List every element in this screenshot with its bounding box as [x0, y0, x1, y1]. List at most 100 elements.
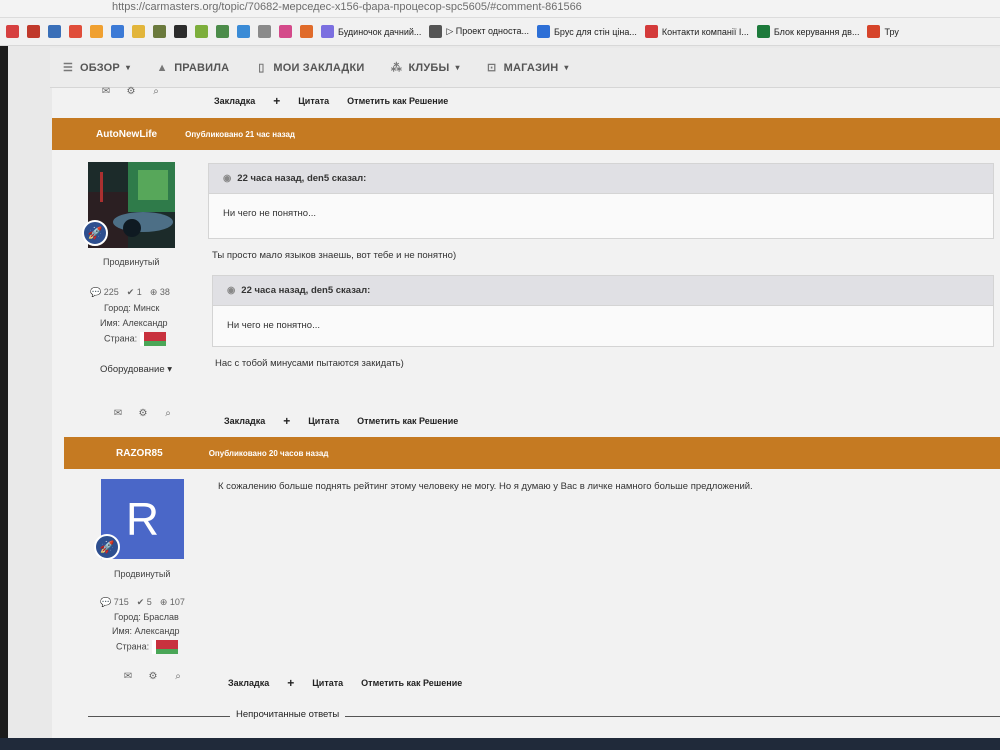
- mark-solution-button[interactable]: Отметить как Решение: [361, 678, 462, 688]
- country-label: Страна:: [116, 641, 150, 652]
- bookmark-favicon: [644, 25, 658, 38]
- post-date[interactable]: Опубликовано 21 час назад: [185, 130, 295, 139]
- gear-icon[interactable]: ⚙: [125, 86, 137, 97]
- quote-text: Ни чего не понятно...: [227, 320, 321, 331]
- quote-button[interactable]: Цитата: [312, 678, 343, 688]
- bookmark-app-icon[interactable]: [111, 25, 124, 38]
- bookmark-app-icon[interactable]: [195, 25, 208, 38]
- user-rank: Продвинутый: [103, 257, 160, 267]
- quote-block: ◉ 22 часа назад, den5 сказал: Ни чего не…: [212, 275, 994, 347]
- message-icon[interactable]: ✉: [100, 86, 112, 97]
- bookmark-favicon: [429, 25, 443, 38]
- bookmark-link[interactable]: Тру: [867, 25, 899, 38]
- post-reply-text: Ты просто мало языков знаешь, вот тебе и…: [212, 250, 457, 261]
- nav-bookmarks[interactable]: ▯ МОИ ЗАКЛАДКИ: [255, 62, 364, 74]
- quote-header: ◉ 22 часа назад, den5 сказал:: [209, 164, 993, 194]
- reputation-count: 5: [146, 597, 152, 607]
- bookmark-button[interactable]: Закладка: [224, 416, 265, 426]
- quote-header: ◉ 22 часа назад, den5 сказал:: [213, 276, 993, 306]
- bookmark-app-icon[interactable]: [237, 25, 250, 38]
- bookmark-app-icon[interactable]: [48, 25, 61, 38]
- browser-url-bar[interactable]: https://carmasters.org/topic/70682-мерсе…: [0, 0, 1000, 18]
- comments-stat: 💬 225: [90, 287, 119, 297]
- country-label: Страна:: [104, 333, 138, 344]
- unread-replies-label[interactable]: Непрочитанные ответы: [230, 709, 346, 720]
- search-icon[interactable]: ⌕: [172, 671, 184, 682]
- search-icon[interactable]: ⌕: [150, 86, 162, 97]
- bookmark-button[interactable]: Закладка: [214, 96, 255, 106]
- chevron-down-icon: ▾: [564, 63, 569, 72]
- list-icon: ☰: [62, 61, 74, 74]
- belarus-flag-icon: [151, 640, 178, 654]
- bookmark-app-icon[interactable]: [132, 25, 145, 38]
- url-text[interactable]: https://carmasters.org/topic/70682-мерсе…: [112, 0, 582, 14]
- post-reply-text: Нас с тобой минусами пытаются закидать): [215, 358, 404, 369]
- user-country: Страна:: [104, 332, 166, 346]
- plus-button[interactable]: +: [273, 94, 280, 108]
- bookmark-link[interactable]: Блок керування дв...: [756, 25, 860, 38]
- bookmarks-bar: Будиночок дачний... ▷ Проект односта... …: [0, 18, 1000, 46]
- search-icon[interactable]: ⌕: [162, 408, 174, 419]
- quote-icon: ◉: [223, 173, 232, 184]
- bookmark-app-icon[interactable]: [6, 25, 19, 38]
- post-message: К сожалению больше поднять рейтинг этому…: [218, 481, 753, 492]
- rocket-badge-icon: 🚀: [82, 220, 108, 246]
- bookmark-link[interactable]: Контакти компанії І...: [644, 25, 749, 38]
- quote-author[interactable]: 22 часа назад, den5 сказал:: [241, 285, 370, 296]
- bookmark-app-icon[interactable]: [153, 25, 166, 38]
- monitor-bezel: [0, 46, 8, 750]
- nav-shop[interactable]: ⊡ МАГАЗИН ▾: [486, 62, 569, 74]
- mark-solution-button[interactable]: Отметить как Решение: [357, 416, 458, 426]
- bookmark-app-icon[interactable]: [27, 25, 40, 38]
- bookmark-label: Блок керування дв...: [773, 26, 860, 37]
- reputation-count: 1: [136, 287, 142, 297]
- bookmark-link[interactable]: Брус для стін ціна...: [537, 25, 637, 38]
- comments-stat: 💬 715: [100, 597, 129, 607]
- points-count: 107: [169, 597, 185, 607]
- user-city: Город: Минск: [104, 303, 160, 313]
- bookmark-favicon: [756, 25, 770, 38]
- bookmark-app-icon[interactable]: [258, 25, 271, 38]
- post-author[interactable]: AutoNewLife: [96, 129, 157, 140]
- bookmark-app-icon[interactable]: [174, 25, 187, 38]
- gear-icon[interactable]: ⚙: [137, 408, 149, 419]
- site-nav: ☰ ОБЗОР ▾ ▲ ПРАВИЛА ▯ МОИ ЗАКЛАДКИ ⁂ КЛУ…: [50, 48, 1000, 88]
- nav-label: ПРАВИЛА: [174, 61, 230, 74]
- bookmark-app-icon[interactable]: [69, 25, 82, 38]
- message-icon[interactable]: ✉: [112, 408, 124, 419]
- bookmark-button[interactable]: Закладка: [228, 678, 269, 688]
- bookmark-app-icon[interactable]: [300, 25, 313, 38]
- bookmark-favicon: [321, 25, 334, 38]
- reputation-stat: ✔ 5: [136, 597, 152, 607]
- quote-button[interactable]: Цитата: [308, 416, 339, 426]
- post-controls: Закладка + Цитата Отметить как Решение: [224, 410, 458, 432]
- bookmark-link[interactable]: Будиночок дачний...: [321, 25, 421, 38]
- comments-count: 225: [103, 287, 119, 297]
- nav-label: КЛУБЫ: [408, 61, 450, 74]
- bookmark-favicon: [537, 25, 551, 38]
- bookmark-link[interactable]: ▷ Проект односта...: [429, 25, 529, 38]
- bookmark-app-icon[interactable]: [90, 25, 103, 38]
- bookmark-app-icon[interactable]: [216, 25, 229, 38]
- message-icon[interactable]: ✉: [122, 671, 134, 682]
- gear-icon[interactable]: ⚙: [147, 671, 159, 682]
- equipment-dropdown[interactable]: Оборудование ▾: [100, 364, 172, 375]
- nav-overview[interactable]: ☰ ОБЗОР ▾: [62, 62, 130, 74]
- post-author[interactable]: RAZOR85: [116, 448, 163, 459]
- user-rank: Продвинутый: [114, 569, 171, 579]
- plus-button[interactable]: +: [287, 676, 294, 690]
- quote-author[interactable]: 22 часа назад, den5 сказал:: [237, 173, 366, 184]
- equipment-label: Оборудование: [100, 364, 165, 375]
- plus-button[interactable]: +: [283, 414, 290, 428]
- quote-button[interactable]: Цитата: [298, 96, 329, 106]
- chevron-down-icon: ▾: [455, 63, 460, 72]
- avatar-letter: R: [125, 493, 160, 545]
- post-date[interactable]: Опубликовано 20 часов назад: [209, 449, 329, 458]
- nav-rules[interactable]: ▲ ПРАВИЛА: [156, 62, 229, 74]
- bookmark-label: Тру: [884, 26, 899, 37]
- bookmark-app-icon[interactable]: [279, 25, 292, 38]
- user-stats: 💬 715 ✔ 5 ⊕ 107: [100, 597, 185, 608]
- mark-solution-button[interactable]: Отметить как Решение: [347, 96, 448, 106]
- nav-clubs[interactable]: ⁂ КЛУБЫ ▾: [391, 62, 460, 74]
- cart-icon: ⊡: [486, 61, 497, 74]
